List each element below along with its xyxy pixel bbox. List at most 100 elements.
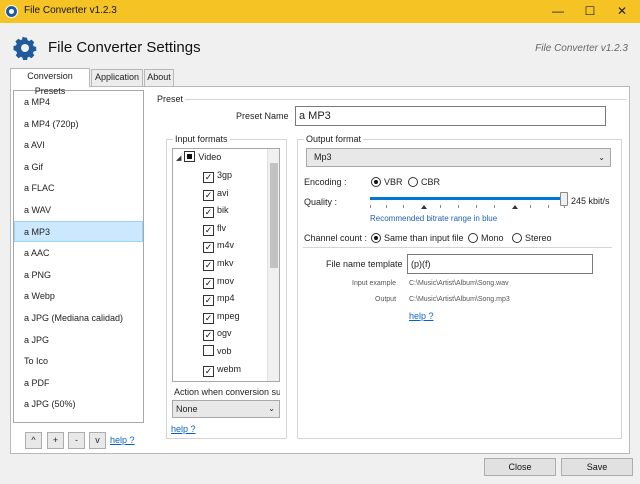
tree-root-video[interactable]: ◢ Video: [176, 151, 221, 164]
format-item[interactable]: ✓ mpeg: [203, 309, 240, 327]
format-checkbox[interactable]: ✓: [203, 224, 214, 236]
action-select[interactable]: None ⌄: [172, 400, 280, 418]
format-label: m4v: [217, 240, 235, 251]
gear-icon: [13, 36, 37, 60]
format-checkbox[interactable]: ✓: [203, 312, 214, 324]
format-label: mp4: [217, 293, 235, 304]
action-label: Action when conversion su: [174, 387, 280, 397]
maximize-button[interactable]: ☐: [573, 0, 607, 23]
preset-item-selected[interactable]: a MP3: [14, 220, 143, 243]
preset-item[interactable]: a MP4 (720p): [14, 113, 143, 135]
preset-group-label: Preset: [153, 94, 186, 104]
radio-label: Mono: [481, 233, 504, 243]
slider-ticks: [370, 205, 565, 210]
file-name-template-input[interactable]: (p)(f): [407, 254, 593, 274]
radio-label: Same than input file: [384, 233, 464, 243]
format-checkbox[interactable]: ✓: [203, 242, 214, 254]
format-label: ogv: [217, 328, 232, 339]
tab-conversion-presets[interactable]: Conversion Presets: [10, 68, 90, 96]
chevron-down-icon: ⌄: [598, 153, 605, 162]
format-label: vob: [217, 346, 232, 356]
minimize-button[interactable]: —: [541, 0, 575, 23]
preset-item[interactable]: a Webp: [14, 285, 143, 307]
preset-item[interactable]: a PDF: [14, 372, 143, 394]
preset-item[interactable]: a JPG (50%): [14, 393, 143, 415]
format-item[interactable]: ✓ flv: [203, 221, 226, 239]
format-item[interactable]: ✓ mkv: [203, 256, 234, 274]
format-select[interactable]: Mp3 ⌄: [306, 148, 611, 167]
preset-item[interactable]: a FLAC: [14, 177, 143, 199]
radio-vbr[interactable]: VBR: [371, 177, 403, 187]
radio-button[interactable]: [408, 177, 418, 187]
format-checkbox[interactable]: ✓: [203, 172, 214, 183]
move-down-button[interactable]: v: [89, 432, 106, 449]
format-label: mov: [217, 275, 235, 286]
format-item[interactable]: ✓ mov: [203, 274, 234, 292]
format-checkbox[interactable]: ✓: [203, 365, 214, 377]
preset-list[interactable]: a MP4 a MP4 (720p) a AVI a Gif a FLAC a …: [13, 90, 144, 423]
preset-item[interactable]: a AVI: [14, 134, 143, 156]
radio-button[interactable]: [512, 233, 522, 243]
preset-name-label: Preset Name: [236, 111, 289, 121]
format-checkbox[interactable]: ✓: [203, 260, 214, 271]
format-item[interactable]: ✓ avi: [203, 186, 229, 204]
preset-name-input[interactable]: a MP3: [295, 106, 606, 126]
format-checkbox[interactable]: ✓: [203, 277, 214, 289]
radio-mono[interactable]: Mono: [468, 233, 504, 243]
radio-cbr[interactable]: CBR: [408, 177, 440, 187]
preset-item[interactable]: a PNG: [14, 264, 143, 286]
format-item[interactable]: ✓ mp4: [203, 291, 235, 309]
move-up-button[interactable]: ^: [25, 432, 42, 449]
preset-item[interactable]: a AAC: [14, 242, 143, 264]
tab-application[interactable]: Application: [91, 69, 143, 86]
quality-hint: Recommended bitrate range in blue: [370, 214, 498, 223]
scrollbar-thumb[interactable]: [270, 163, 278, 268]
format-item[interactable]: ✓ webm: [203, 362, 241, 380]
preset-item[interactable]: a MP4: [14, 91, 143, 113]
close-window-button[interactable]: ✕: [605, 0, 639, 23]
format-checkbox[interactable]: ✓: [203, 295, 214, 307]
radio-button[interactable]: [371, 233, 381, 243]
format-checkbox[interactable]: ✓: [203, 207, 214, 219]
preset-item[interactable]: To Ico: [14, 350, 143, 372]
preset-item[interactable]: a Gif: [14, 156, 143, 178]
format-checkbox[interactable]: ✓: [203, 189, 214, 201]
quality-slider-thumb[interactable]: [560, 192, 568, 206]
tab-about[interactable]: About: [144, 69, 174, 86]
format-label: mkv: [217, 258, 234, 268]
close-button[interactable]: Close: [484, 458, 556, 476]
template-label: File name template: [326, 259, 403, 269]
format-item[interactable]: ✓ bik: [203, 203, 229, 221]
quality-slider-track[interactable]: [370, 197, 565, 200]
radio-button[interactable]: [371, 177, 381, 187]
format-label: mpeg: [217, 310, 240, 321]
format-checkbox[interactable]: ✓: [203, 330, 214, 342]
radio-label: CBR: [421, 177, 441, 187]
tree-root-label: Video: [198, 152, 222, 162]
collapse-arrow-icon[interactable]: ◢: [176, 152, 181, 165]
format-item[interactable]: ✓ m4v: [203, 238, 234, 256]
format-item[interactable]: ✓ 3gp: [203, 168, 232, 186]
remove-preset-button[interactable]: -: [68, 432, 85, 449]
preset-item[interactable]: a JPG: [14, 329, 143, 351]
preset-item[interactable]: a WAV: [14, 199, 143, 221]
input-help-link[interactable]: help ?: [171, 424, 196, 434]
encoding-label: Encoding :: [304, 177, 347, 187]
radio-stereo[interactable]: Stereo: [512, 233, 552, 243]
title-bar: File Converter v1.2.3 — ☐ ✕: [0, 0, 640, 23]
output-help-link[interactable]: help ?: [409, 311, 434, 321]
preset-item[interactable]: a JPG (Mediana calidad): [14, 307, 143, 329]
tree-scrollbar[interactable]: [267, 149, 279, 381]
add-preset-button[interactable]: +: [47, 432, 64, 449]
radio-label: Stereo: [525, 233, 552, 243]
format-item[interactable]: ✓ ogv: [203, 326, 232, 344]
save-button[interactable]: Save: [561, 458, 633, 476]
tristate-checkbox[interactable]: [184, 151, 196, 162]
radio-label: VBR: [384, 177, 403, 187]
presets-help-link[interactable]: help ?: [110, 435, 135, 445]
format-item[interactable]: vob: [203, 344, 232, 362]
radio-same-as-input[interactable]: Same than input file: [371, 233, 464, 243]
input-formats-tree[interactable]: ◢ Video ✓ 3gp ✓ avi ✓ bik ✓ flv ✓ m4v ✓ mkv ✓ mo…: [172, 148, 280, 382]
format-checkbox[interactable]: [203, 345, 214, 356]
radio-button[interactable]: [468, 233, 478, 243]
